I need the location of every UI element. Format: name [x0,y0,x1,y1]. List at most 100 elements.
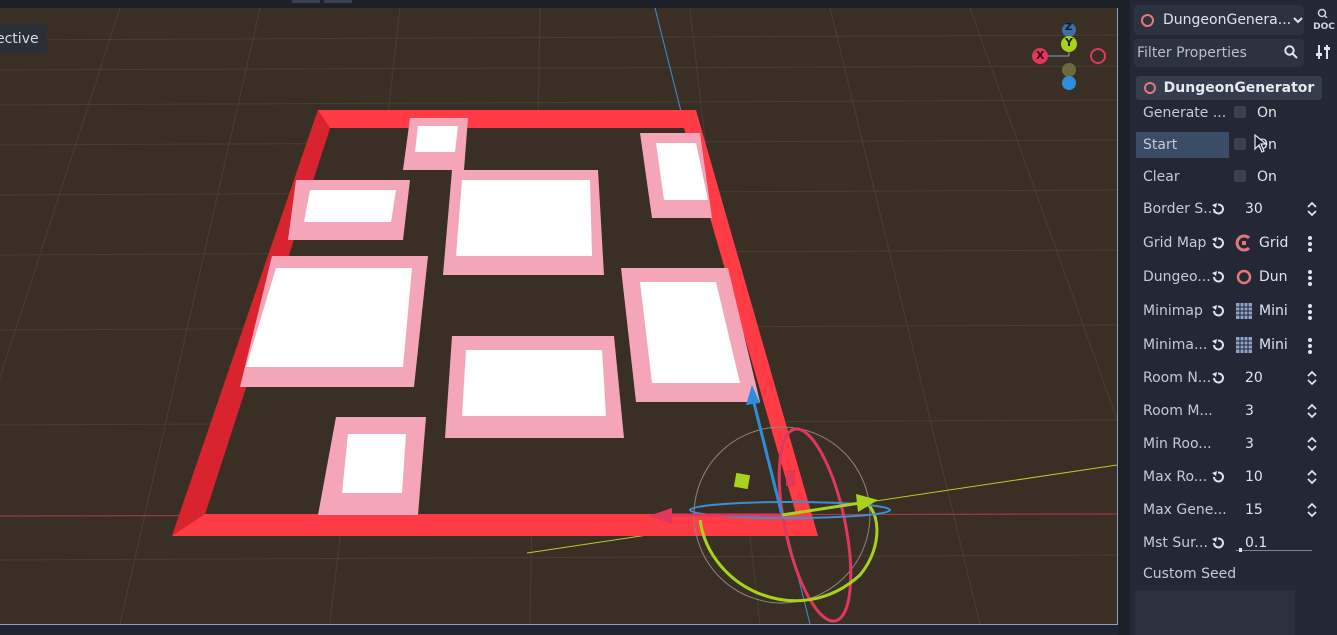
tilemap-icon [1235,336,1253,358]
filter-properties-field[interactable] [1134,39,1304,67]
gizmo-z-label[interactable]: Z [1065,22,1072,33]
prop-max-generation: Max Gene... 15 [1136,495,1322,525]
prop-start: Start On [1136,130,1322,160]
checkbox-label: On [1257,169,1277,185]
reset-icon[interactable] [1211,236,1225,254]
prop-label: Max Ro... [1143,469,1208,485]
resource-name[interactable]: Dun [1259,262,1288,292]
prop-label: Room N... [1143,370,1212,386]
resource-name[interactable]: Mini [1259,296,1288,326]
view-mode-button[interactable]: ective [0,24,47,54]
tilemap-icon [1235,302,1253,324]
prop-label: Start [1136,132,1229,158]
prop-minimap-2: Minima... Mini [1136,330,1322,360]
prop-custom-seed: Custom Seed [1136,559,1322,589]
section-header[interactable]: DungeonGenerator [1136,76,1322,100]
prop-label: Border S... [1143,201,1217,217]
more-options-icon[interactable] [1307,269,1313,291]
resource-name[interactable]: Grid [1259,228,1288,258]
reset-icon[interactable] [1211,470,1225,488]
prop-dungeon: Dungeo... Dun [1136,262,1322,292]
node-circle-icon [1143,82,1156,94]
spin-arrows-icon[interactable] [1307,370,1317,390]
tab-stub[interactable] [292,0,320,3]
view-mode-label: ective [0,31,39,47]
doc-button[interactable]: DOC [1312,8,1336,32]
tools-icon[interactable] [1316,44,1330,64]
prop-label: Minimap [1143,303,1203,319]
reset-icon[interactable] [1211,202,1225,220]
spin-value[interactable]: 15 [1245,495,1263,525]
gridmap-icon [1235,234,1253,256]
checkbox[interactable] [1234,106,1246,118]
node-name: DungeonGenera... [1163,12,1291,28]
spin-arrows-icon[interactable] [1307,502,1317,522]
prop-label: Mst Sur... [1143,535,1208,551]
prop-label: Room M... [1143,403,1213,419]
prop-label: Dungeo... [1143,269,1211,285]
prop-border-size: Border S... 30 [1136,194,1322,224]
checkbox-label: On [1257,105,1277,121]
more-options-icon[interactable] [1307,337,1313,359]
custom-seed-text-box[interactable] [1135,590,1295,635]
reset-icon[interactable] [1211,338,1225,356]
prop-room-margin: Room M... 3 [1136,396,1322,426]
prop-clear: Clear On [1136,162,1322,192]
spin-value[interactable]: 3 [1245,396,1254,426]
reset-icon[interactable] [1211,371,1225,389]
spin-value[interactable]: 3 [1245,429,1254,459]
tab-stub[interactable] [324,0,352,3]
filter-properties-input[interactable] [1134,39,1277,67]
dungeon-rooms [172,110,818,536]
slider-track[interactable] [1236,550,1312,551]
spin-arrows-icon[interactable] [1307,436,1317,456]
more-options-icon[interactable] [1307,235,1313,257]
top-tab-strip [0,0,1130,8]
spin-arrows-icon[interactable] [1307,403,1317,423]
gizmo-y-label[interactable]: Y [1065,36,1073,49]
search-icon [1284,45,1298,63]
reset-icon[interactable] [1211,304,1225,322]
prop-label: Custom Seed [1143,566,1237,582]
resource-name[interactable]: Mini [1259,330,1288,360]
more-options-icon[interactable] [1307,303,1313,325]
search-help-icon [1317,8,1328,19]
reset-icon[interactable] [1211,270,1225,288]
spin-arrows-icon[interactable] [1307,201,1317,221]
prop-room-number: Room N... 20 [1136,363,1322,393]
prop-label: Grid Map [1143,235,1207,251]
mouse-cursor-icon [1254,134,1268,153]
spin-arrows-icon[interactable] [1307,469,1317,489]
spin-value[interactable]: 10 [1245,462,1263,492]
prop-label: Clear [1143,169,1180,185]
inspector-scrollbar[interactable] [1325,72,1333,635]
prop-minimap: Minimap Mini [1136,296,1322,326]
scene-render [0,8,1117,624]
inspector-panel: DungeonGenera... DOC DungeonGenerator Ge… [1130,0,1337,635]
chevron-down-icon [1293,13,1303,27]
prop-generate: Generate ... On [1136,98,1322,128]
reset-icon[interactable] [1211,536,1225,554]
section-title: DungeonGenerator [1163,80,1315,96]
panel-gutter[interactable] [1118,0,1130,635]
3d-viewport[interactable]: Z Y X ective [0,8,1118,625]
prop-label: Min Roo... [1143,436,1212,452]
prop-min-room: Min Roo... 3 [1136,429,1322,459]
node-circle-icon [1235,268,1253,290]
prop-label: Max Gene... [1143,502,1227,518]
spin-value[interactable]: 20 [1245,363,1263,393]
prop-grid-map: Grid Map Grid [1136,228,1322,258]
spin-value[interactable]: 30 [1245,194,1263,224]
slider-grabber[interactable] [1239,548,1242,552]
node-selector[interactable]: DungeonGenera... [1134,5,1304,35]
slider-value[interactable]: 0.1 [1245,528,1267,558]
prop-max-room: Max Ro... 10 [1136,462,1322,492]
prop-label: Minima... [1143,337,1208,353]
checkbox[interactable] [1234,170,1246,182]
prop-label: Generate ... [1143,105,1227,121]
checkbox[interactable] [1234,138,1246,150]
node-circle-icon [1141,13,1154,27]
gizmo-x-label[interactable]: X [1036,49,1044,62]
doc-label: DOC [1313,22,1335,32]
prop-mst-surplus: Mst Sur... 0.1 [1136,528,1322,558]
